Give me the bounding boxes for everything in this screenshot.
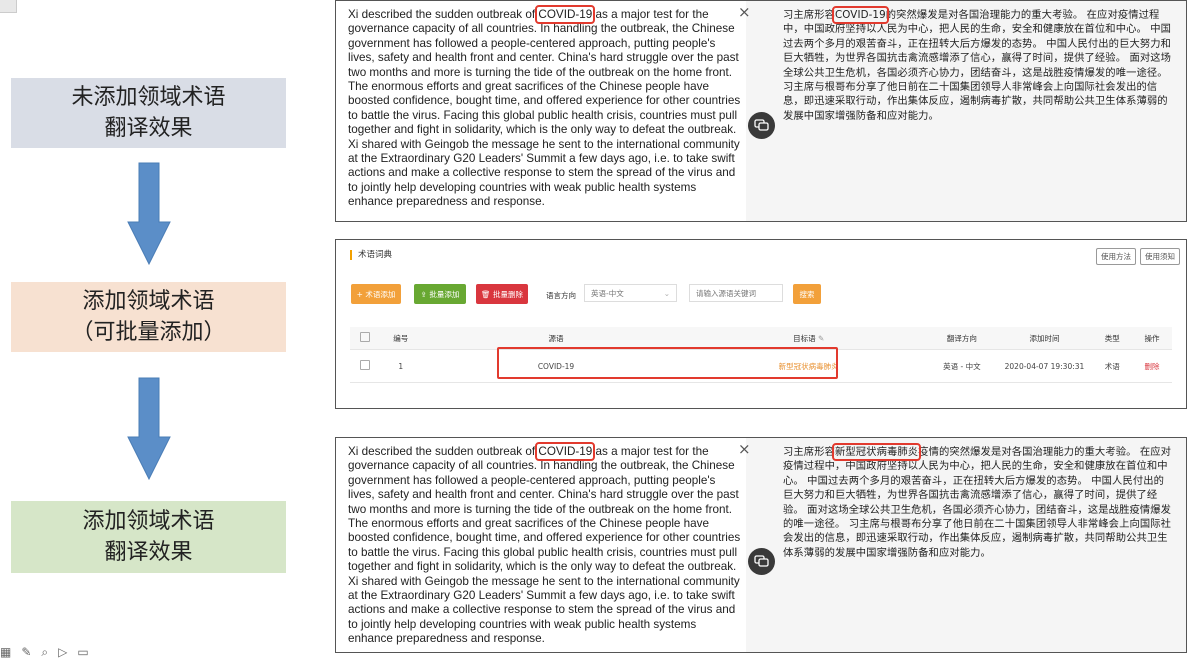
batch-delete-button[interactable]: 🗑 批量删除 [476, 284, 528, 304]
step2-line2: （可批量添加） [71, 320, 226, 345]
row-id: 1 [379, 349, 422, 383]
batch-add-button[interactable]: ⇪ 批量添加 [414, 284, 466, 304]
chevron-down-icon: ⌄ [663, 288, 670, 298]
header-id: 编号 [379, 327, 422, 350]
chat-icon[interactable] [748, 112, 775, 139]
header-direction: 翻译方向 [927, 327, 997, 350]
down-arrow-icon [127, 162, 171, 266]
header-action: 操作 [1132, 327, 1172, 350]
translation-panel-before: Xi described the sudden outbreak of COVI… [335, 0, 1187, 222]
source-text[interactable]: Xi described the sudden outbreak of COVI… [348, 442, 742, 647]
grid-icon[interactable]: ▦ [0, 645, 11, 660]
step1-line1: 未添加领域术语 [71, 85, 226, 110]
slide-toolbar: ▦ ✎ ⌕ ▷ ▭ [0, 645, 89, 660]
usage-notice-button[interactable]: 使用须知 [1140, 248, 1180, 265]
zoom-icon[interactable]: ⌕ [41, 645, 48, 660]
translation-panel-after: Xi described the sudden outbreak of COVI… [335, 437, 1187, 653]
target-term-highlight: COVID-19 [831, 6, 889, 24]
step2-line1: 添加领域术语 [82, 289, 215, 314]
row-direction: 英语 - 中文 [927, 349, 997, 383]
step-before-terms: 未添加领域术语 翻译效果 [11, 78, 286, 148]
language-direction-select[interactable]: 英语-中文 ⌄ [584, 284, 677, 302]
pen-icon[interactable]: ✎ [21, 645, 31, 660]
select-all-checkbox[interactable] [359, 332, 370, 342]
row-delete-link[interactable]: 删除 [1132, 349, 1172, 383]
source-text[interactable]: Xi described the sudden outbreak of COVI… [348, 5, 742, 210]
step-after-terms: 添加领域术语 翻译效果 [11, 501, 286, 573]
edit-icon[interactable]: ✎ [818, 334, 824, 343]
target-term-highlight: 新型冠状病毒肺炎 [831, 443, 922, 461]
play-icon[interactable]: ▷ [58, 645, 67, 660]
target-text: 习主席形容COVID-19的突然爆发是对各国治理能力的重大考验。 在应对疫情过程… [783, 6, 1172, 122]
step1-line2: 翻译效果 [104, 116, 193, 141]
source-term-highlight: COVID-19 [535, 5, 596, 24]
header-time: 添加时间 [996, 327, 1093, 350]
close-icon[interactable]: × [738, 440, 751, 458]
down-arrow-icon [127, 377, 171, 481]
row-checkbox[interactable] [359, 360, 370, 370]
corner-tab [0, 0, 17, 13]
header-type: 类型 [1092, 327, 1133, 350]
search-input[interactable]: 请输入源语关键词 [689, 284, 783, 302]
language-direction-label: 语言方向 [546, 291, 576, 300]
step3-line1: 添加领域术语 [82, 509, 215, 534]
screen-icon[interactable]: ▭ [77, 645, 88, 660]
term-row-highlight [497, 347, 838, 379]
step3-line2: 翻译效果 [104, 540, 193, 565]
row-time: 2020-04-07 19:30:31 [996, 349, 1093, 383]
chat-icon[interactable] [748, 548, 775, 575]
term-dictionary-panel: 术语词典 使用方法 使用须知 + 术语添加 ⇪ 批量添加 🗑 批量删除 语言方向… [335, 239, 1187, 409]
search-button[interactable]: 搜索 [793, 284, 821, 304]
source-term-highlight: COVID-19 [535, 442, 596, 461]
close-icon[interactable]: × [738, 3, 751, 21]
dictionary-title: 术语词典 [350, 250, 392, 260]
row-type: 术语 [1092, 349, 1133, 383]
step-add-terms: 添加领域术语 （可批量添加） [11, 282, 286, 352]
add-term-button[interactable]: + 术语添加 [351, 284, 401, 304]
target-text: 习主席形容新型冠状病毒肺炎疫情的突然爆发是对各国治理能力的重大考验。 在应对疫情… [783, 443, 1172, 559]
usage-method-button[interactable]: 使用方法 [1096, 248, 1136, 265]
